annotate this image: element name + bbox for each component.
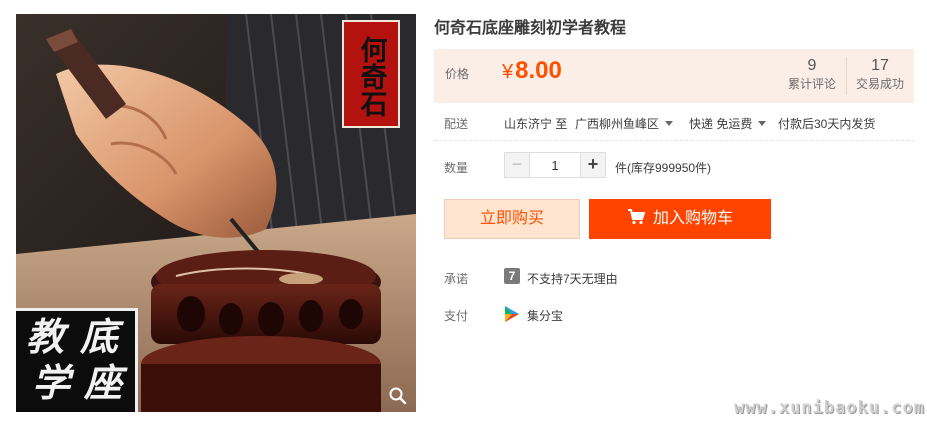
product-title: 何奇石底座雕刻初学者教程 — [434, 20, 627, 37]
title-seal-stamp: 何奇石 — [342, 20, 400, 128]
watermark: www.xunibaoku.com — [734, 398, 925, 418]
calligraphy-char: 学 — [32, 360, 71, 405]
buy-now-button[interactable]: 立即购买 — [444, 199, 580, 239]
ship-to-value: 广西柳州鱼峰区 — [575, 117, 660, 131]
reviews-stat[interactable]: 9 累计评论 — [784, 56, 840, 92]
zoom-icon[interactable] — [388, 386, 408, 406]
ship-to-select[interactable]: 广西柳州鱼峰区 — [575, 115, 674, 132]
price-amount: 8.00 — [515, 57, 562, 84]
calligraphy-char: 座 — [84, 360, 123, 405]
ship-method-value: 快递 免运费 — [689, 117, 753, 131]
payment-label: 支付 — [444, 309, 469, 323]
deals-count: 17 — [871, 57, 889, 74]
currency-symbol: ¥ — [502, 61, 514, 83]
ship-from: 山东济宁 至 — [504, 117, 568, 131]
calligraphy-char: 底 — [80, 314, 119, 359]
price-panel: 价格 ¥8.00 9 累计评论 17 交易成功 — [434, 49, 914, 103]
divider — [434, 140, 914, 141]
shipping-label: 配送 — [444, 117, 469, 131]
payment-method: 集分宝 — [527, 309, 564, 323]
seven-day-icon: 7 — [504, 268, 520, 284]
product-main-image[interactable]: 何奇石 教 底 学 座 — [16, 14, 416, 412]
quantity-decrease-button[interactable]: − — [504, 152, 530, 178]
promise-text: 不支持7天无理由 — [527, 272, 618, 286]
caret-down-icon — [758, 121, 767, 127]
buy-now-label: 立即购买 — [479, 210, 544, 227]
price-value: ¥8.00 — [502, 57, 562, 85]
price-label: 价格 — [445, 67, 470, 81]
add-to-cart-button[interactable]: 加入购物车 — [589, 199, 771, 239]
quantity-input[interactable] — [530, 152, 580, 178]
calligraphy-label: 教 底 学 座 — [16, 308, 138, 412]
deals-label: 交易成功 — [855, 77, 904, 91]
calligraphy-char: 教 — [26, 314, 65, 359]
dispatch-time: 付款后30天内发货 — [778, 117, 876, 131]
reviews-count: 9 — [807, 57, 817, 74]
add-to-cart-label: 加入购物车 — [652, 210, 733, 227]
seal-text: 何奇石 — [355, 36, 387, 117]
promise-label: 承诺 — [444, 272, 469, 286]
cart-icon — [627, 209, 645, 225]
reviews-label: 累计评论 — [787, 77, 836, 91]
ship-method-select[interactable]: 快递 免运费 — [689, 115, 767, 132]
quantity-increase-button[interactable]: + — [580, 152, 606, 178]
stock-text: 件(库存999950件) — [615, 161, 712, 175]
stat-divider — [846, 57, 847, 95]
quantity-label: 数量 — [444, 161, 469, 175]
deals-stat: 17 交易成功 — [852, 56, 908, 92]
caret-down-icon — [665, 121, 674, 127]
jifenbao-icon — [505, 306, 519, 322]
